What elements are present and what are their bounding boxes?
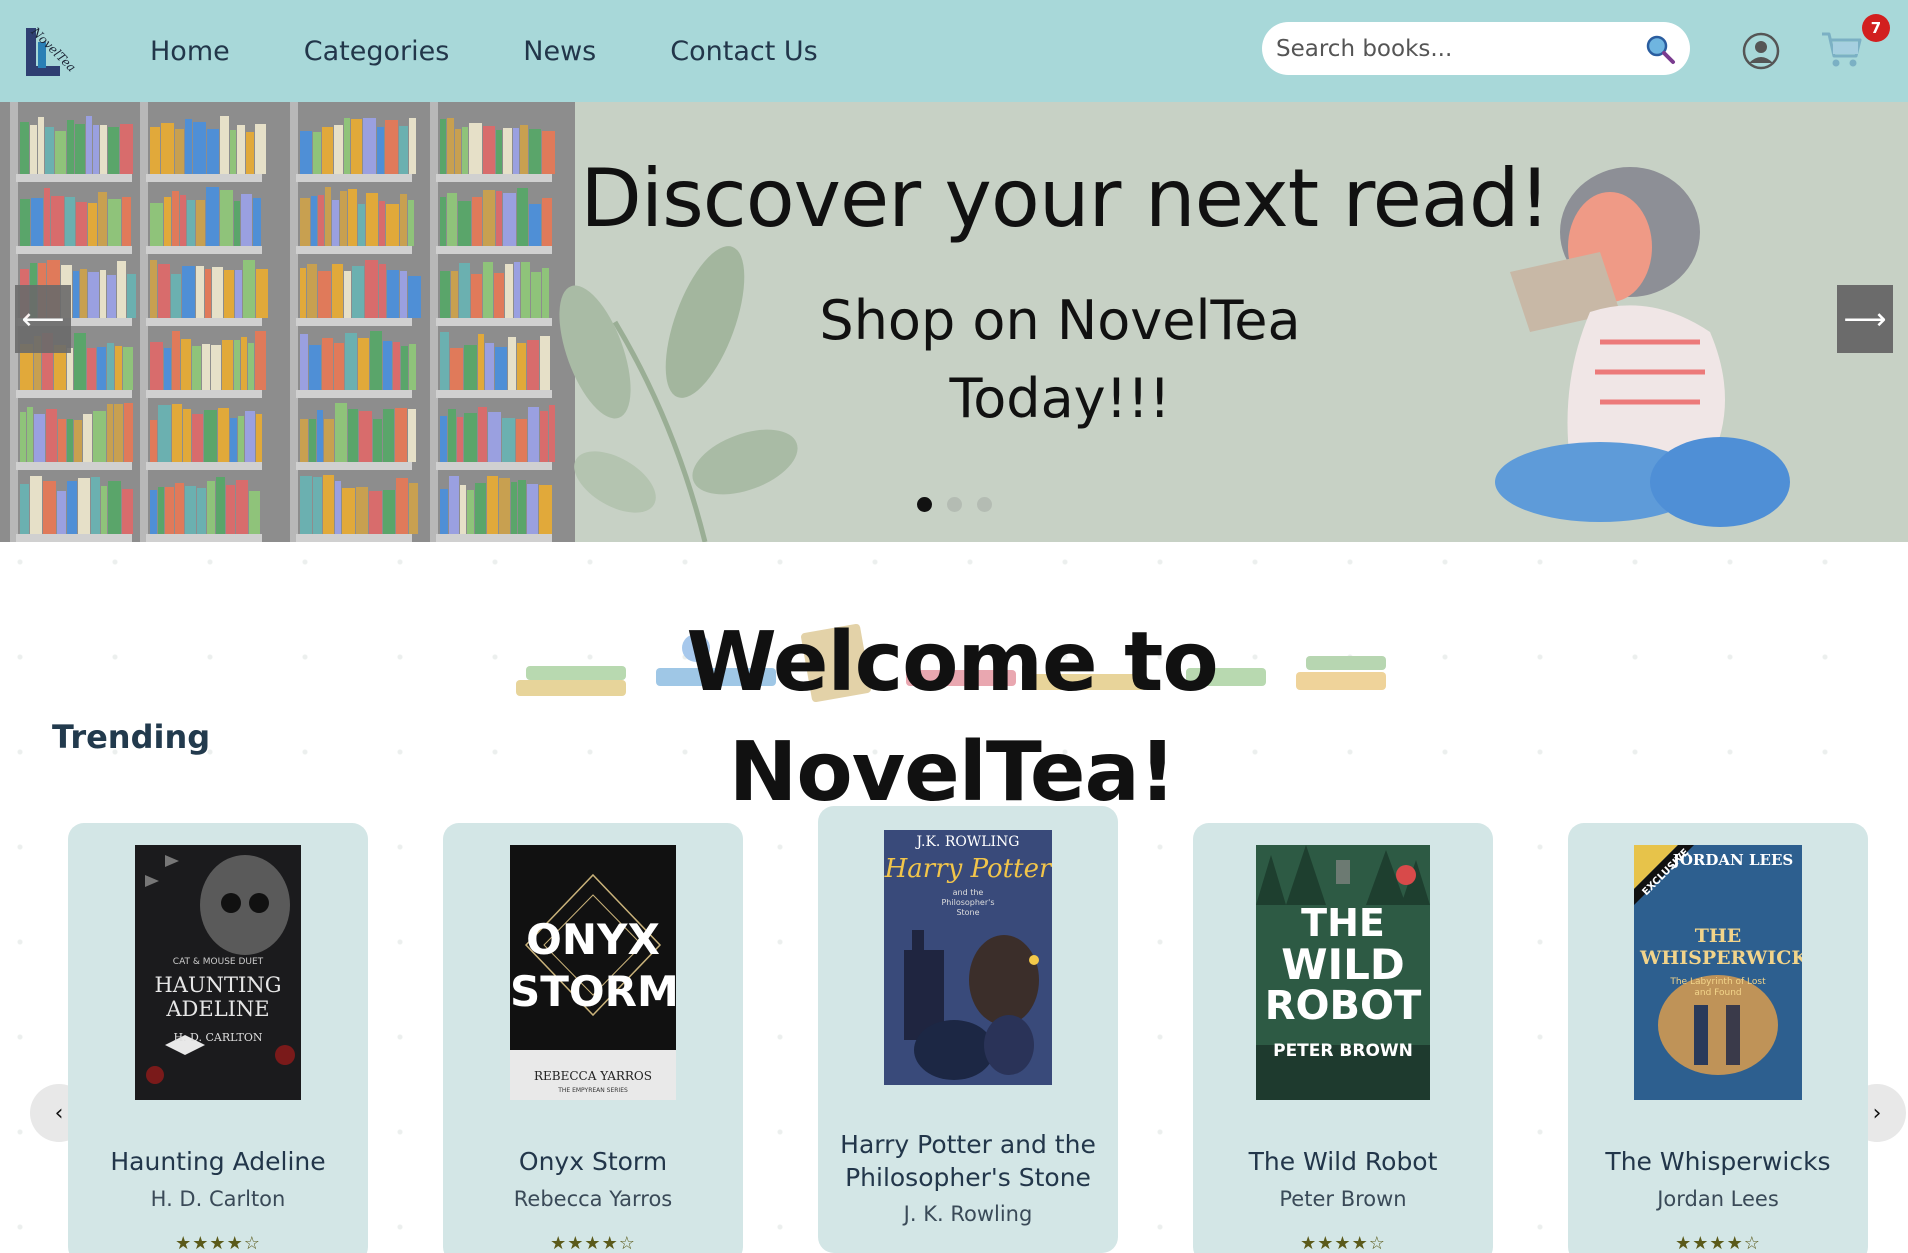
star-rating-icon: ★★★★☆ [550, 1233, 636, 1253]
cart-count-badge: 7 [1862, 14, 1890, 42]
book-author: Jordan Lees [1657, 1187, 1779, 1211]
hero-prev-button[interactable]: ⟵ [15, 285, 71, 353]
nav-link-contact-us[interactable]: Contact Us [670, 36, 817, 67]
book-cover-haunting-adeline[interactable]: CAT & MOUSE DUET HAUNTING ADELINE H. D. … [135, 845, 301, 1100]
cover-tagline: CAT & MOUSE DUET [172, 957, 264, 967]
star-rating-icon: ★★★★☆ [175, 1233, 261, 1253]
cover-title-line1: THE [1301, 901, 1385, 945]
cover-title-line1: ONYX [526, 915, 660, 964]
hero-subtitle-line2: Today!!! [949, 367, 1171, 430]
book-card-the-whisperwicks[interactable]: EXCLUSIVE JORDAN LEES THE WHISPERWICKS T… [1568, 823, 1868, 1253]
book-author: Peter Brown [1279, 1187, 1407, 1211]
cover-author: REBECCA YARROS [533, 1069, 652, 1083]
search-input[interactable] [1276, 35, 1644, 62]
nav-link-home[interactable]: Home [150, 36, 230, 67]
book-title-line1: Harry Potter and the [840, 1130, 1096, 1159]
book-author: J. K. Rowling [903, 1202, 1033, 1226]
cover-title-line2: STORM [510, 967, 676, 1016]
welcome-banner: Welcome to NovelTea! [506, 608, 1398, 820]
slide-dot-1[interactable] [917, 497, 932, 512]
cover-title-line3: ROBOT [1264, 983, 1422, 1029]
navbar: NovelTea Home Categories News Contact Us… [0, 0, 1908, 102]
book-cover-the-whisperwicks[interactable]: EXCLUSIVE JORDAN LEES THE WHISPERWICKS T… [1634, 845, 1802, 1100]
cover-subtitle: and the Philosopher's Stone [941, 888, 995, 917]
cover-title-line2: WILD [1281, 940, 1405, 989]
cover-author: JORDAN LEES [1672, 851, 1794, 869]
star-rating-icon: ★★★★☆ [1675, 1233, 1761, 1253]
hero-slide-indicators [917, 497, 992, 512]
book-card-the-wild-robot[interactable]: THE WILD ROBOT PETER BROWN The Wild Robo… [1193, 823, 1493, 1253]
book-title-line2: Philosopher's Stone [845, 1163, 1091, 1192]
nav-link-news[interactable]: News [523, 36, 596, 67]
star-rating-icon: ★★★★☆ [1300, 1233, 1386, 1253]
nav-link-categories[interactable]: Categories [304, 36, 450, 67]
slide-dot-2[interactable] [947, 497, 962, 512]
book-title[interactable]: Harry Potter and the Philosopher's Stone [818, 1128, 1118, 1194]
book-card-harry-potter[interactable]: J.K. ROWLING Harry Potter and the Philos… [818, 806, 1118, 1253]
cover-author: H. D. CARLTON [173, 1031, 263, 1044]
book-card-haunting-adeline[interactable]: CAT & MOUSE DUET HAUNTING ADELINE H. D. … [68, 823, 368, 1253]
book-title[interactable]: The Whisperwicks [1568, 1145, 1868, 1178]
user-account-icon[interactable] [1742, 32, 1780, 70]
book-cover-harry-potter[interactable]: J.K. ROWLING Harry Potter and the Philos… [884, 830, 1052, 1085]
book-cover-onyx-storm[interactable]: ONYX STORM REBECCA YARROS THE EMPYREAN S… [510, 845, 676, 1100]
cart-icon[interactable] [1820, 30, 1862, 70]
search-box [1262, 22, 1690, 75]
noveltea-logo-icon[interactable]: NovelTea [22, 18, 78, 84]
nav-links: Home Categories News Contact Us [150, 0, 892, 102]
book-title[interactable]: The Wild Robot [1193, 1145, 1493, 1178]
welcome-heading: Welcome to NovelTea! [686, 615, 1218, 820]
hero-next-button[interactable]: ⟶ [1837, 285, 1893, 353]
hero-banner: Discover your next read! Shop on NovelTe… [0, 102, 1908, 542]
search-icon[interactable] [1644, 33, 1676, 65]
cover-subtitle: The Labyrinth of Lost and Found [1670, 977, 1766, 998]
hero-subtitle-line1: Shop on NovelTea [819, 289, 1301, 352]
hero-subtitle: Shop on NovelTea Today!!! [700, 282, 1420, 438]
trending-heading: Trending [52, 718, 211, 756]
cover-title: THE WHISPERWICKS [1640, 925, 1802, 969]
cover-series: THE EMPYREAN SERIES [558, 1087, 628, 1094]
cover-author: J.K. ROWLING [916, 834, 1020, 850]
book-author: Rebecca Yarros [513, 1187, 673, 1211]
book-title[interactable]: Haunting Adeline [68, 1145, 368, 1178]
book-cover-the-wild-robot[interactable]: THE WILD ROBOT PETER BROWN [1256, 845, 1430, 1100]
cover-title: Harry Potter [884, 854, 1052, 884]
cover-author: PETER BROWN [1273, 1041, 1413, 1061]
book-title[interactable]: Onyx Storm [443, 1145, 743, 1178]
book-author: H. D. Carlton [150, 1187, 286, 1211]
book-card-onyx-storm[interactable]: ONYX STORM REBECCA YARROS THE EMPYREAN S… [443, 823, 743, 1253]
slide-dot-3[interactable] [977, 497, 992, 512]
hero-title: Discover your next read! [580, 152, 1551, 245]
cover-title: HAUNTING ADELINE [154, 973, 282, 1021]
